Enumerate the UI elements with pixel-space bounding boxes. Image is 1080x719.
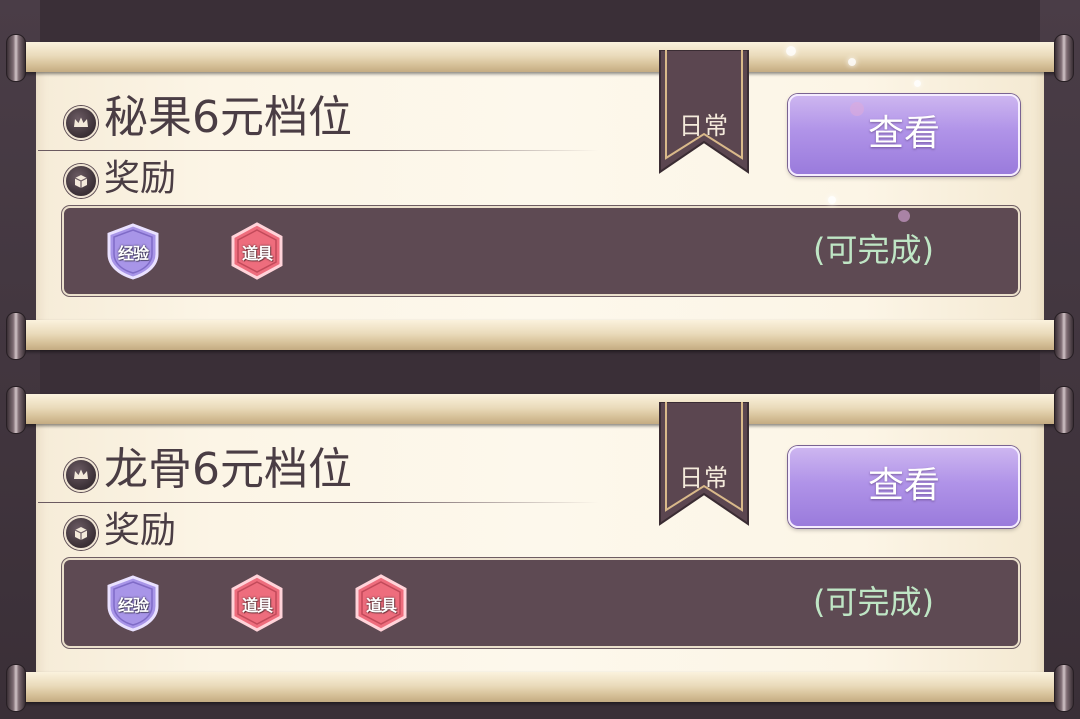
daily-ribbon: 日常 (658, 50, 750, 174)
crown-icon (64, 458, 98, 492)
view-button[interactable]: 查看 (788, 94, 1020, 176)
rod-knob-right (1054, 664, 1074, 712)
badge-label: 经验 (117, 244, 149, 263)
rod-knob-right (1054, 386, 1074, 434)
badge-label: 道具 (241, 244, 273, 263)
scroll-rod-top (6, 386, 1074, 434)
rod-knob-right (1054, 34, 1074, 82)
hexagon-badge-icon[interactable]: 道具 (228, 222, 286, 280)
badge-label: 道具 (241, 596, 273, 615)
quest-title: 龙骨6元档位 (104, 444, 352, 495)
hexagon-badge-icon[interactable]: 道具 (352, 574, 410, 632)
scroll-rod-bottom (6, 664, 1074, 712)
sparkle (786, 46, 796, 56)
reward-label: 奖励 (104, 510, 177, 551)
shield-badge-icon[interactable]: 经验 (104, 574, 162, 632)
rod-knob-left (6, 386, 26, 434)
completion-status: (可完成) (813, 231, 934, 269)
view-button[interactable]: 查看 (788, 446, 1020, 528)
completion-status: (可完成) (813, 583, 934, 621)
quest-title: 秘果6元档位 (104, 92, 352, 143)
hexagon-badge-icon[interactable]: 道具 (228, 574, 286, 632)
ribbon-label: 日常 (679, 464, 729, 492)
quest-card: 秘果6元档位 奖励 日常 查看 经验 道具 (可完成) (0, 28, 1080, 360)
shield-badge-icon[interactable]: 经验 (104, 222, 162, 280)
rod-knob-left (6, 312, 26, 360)
ribbon-label: 日常 (679, 112, 729, 140)
sparkle (914, 80, 921, 87)
crown-icon (64, 106, 98, 140)
petal (850, 102, 864, 116)
reward-bar: 经验 道具 (可完成) (62, 206, 1020, 296)
daily-ribbon: 日常 (658, 402, 750, 526)
treasure-box-icon (64, 164, 98, 198)
petal (898, 210, 910, 222)
scroll-rod-bottom (6, 312, 1074, 360)
sparkle (828, 196, 836, 204)
scroll-rod-top (6, 34, 1074, 82)
treasure-box-icon (64, 516, 98, 550)
title-divider (38, 502, 598, 503)
badge-label: 道具 (365, 596, 397, 615)
rod-knob-left (6, 664, 26, 712)
quest-card: 龙骨6元档位 奖励 日常 查看 经验 道具 道具 (可完成) (0, 380, 1080, 712)
title-divider (38, 150, 598, 151)
badge-label: 经验 (117, 596, 149, 615)
rod-knob-left (6, 34, 26, 82)
reward-label: 奖励 (104, 158, 177, 199)
reward-bar: 经验 道具 道具 (可完成) (62, 558, 1020, 648)
rod-knob-right (1054, 312, 1074, 360)
sparkle (848, 58, 856, 66)
